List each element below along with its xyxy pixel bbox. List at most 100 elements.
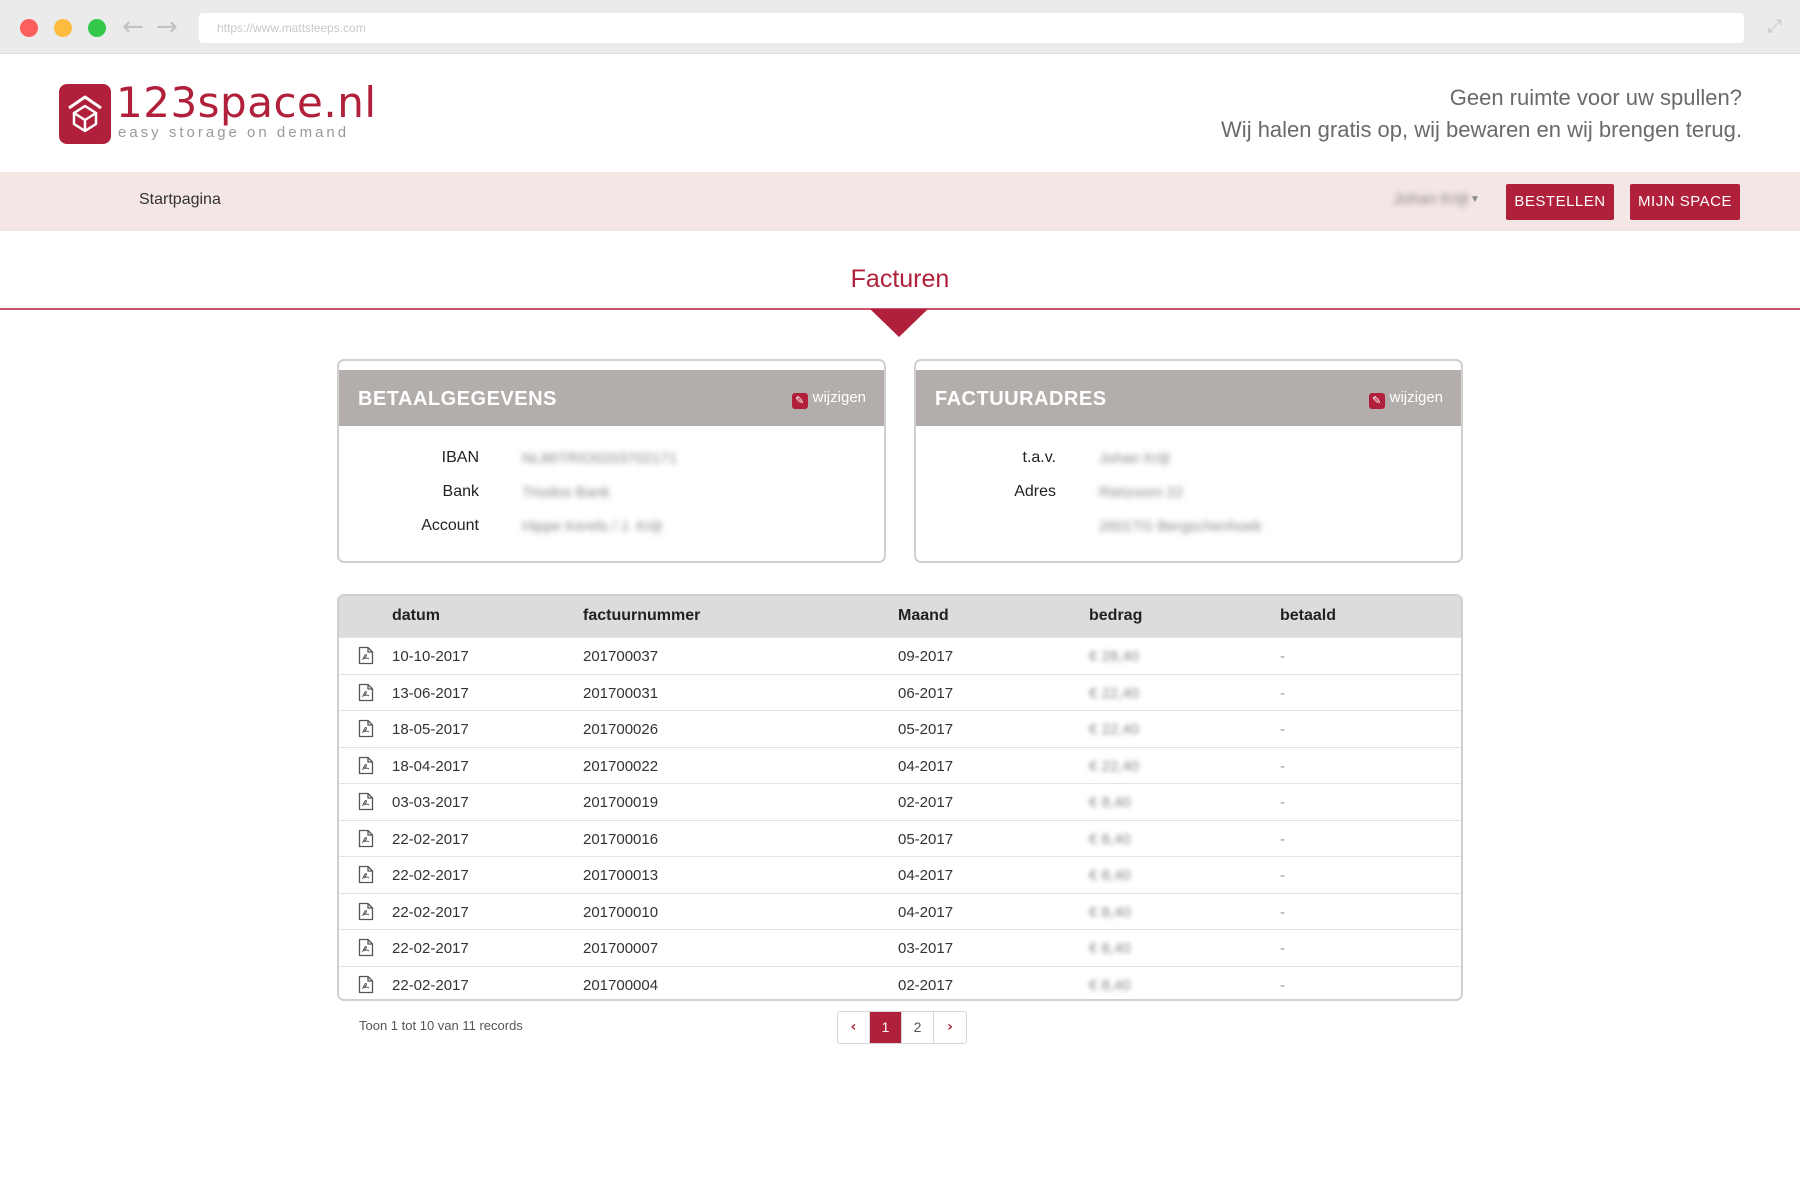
cell-factuurnummer: 201700022	[583, 757, 659, 775]
cell-datum: 13-06-2017	[392, 684, 469, 702]
bank-label: Bank	[442, 483, 479, 500]
next-page-button[interactable]: ›	[934, 1012, 966, 1043]
attention-label: t.a.v.	[1022, 449, 1057, 466]
page-2-button[interactable]: 2	[902, 1012, 934, 1043]
cell-maand: 04-2017	[898, 757, 954, 775]
cell-datum: 22-02-2017	[392, 903, 469, 921]
pagination: ‹ 1 2 ›	[837, 1011, 967, 1044]
pdf-file-icon[interactable]	[358, 792, 374, 811]
table-row[interactable]: 22-02-2017 201700016 05-2017 € 8,40 -	[339, 819, 1461, 857]
cell-betaald: -	[1280, 867, 1285, 884]
cell-factuurnummer: 201700019	[583, 794, 659, 811]
table-row[interactable]: 22-02-2017 201700013 04-2017 € 8,40 -	[339, 856, 1461, 893]
pdf-file-icon[interactable]	[358, 683, 374, 702]
order-button[interactable]: BESTELLEN	[1506, 184, 1614, 220]
cell-betaald: -	[1280, 903, 1285, 921]
close-window-button[interactable]	[20, 19, 38, 37]
payment-card-title: BETAALGEGEVENS	[358, 388, 557, 410]
table-row[interactable]: 18-04-2017 201700022 04-2017 € 22,40 -	[339, 746, 1461, 784]
address-line-1: Rietzoom 22	[1099, 484, 1184, 501]
pdf-file-icon[interactable]	[358, 719, 374, 738]
billing-address-card: FACTUURADRES ✎ wijzigen t.a.v. Johan Krij…	[914, 359, 1463, 563]
iban-label: IBAN	[441, 449, 479, 466]
cell-bedrag: € 22,40	[1089, 684, 1140, 702]
cell-betaald: -	[1280, 684, 1285, 702]
billing-edit-link[interactable]: ✎ wijzigen	[1368, 389, 1443, 409]
cell-factuurnummer: 201700031	[583, 684, 659, 702]
cell-betaald: -	[1280, 794, 1285, 811]
cell-factuurnummer: 201700037	[583, 648, 659, 665]
expand-icon[interactable]: ⤢	[1768, 16, 1782, 37]
pencil-icon: ✎	[1368, 393, 1385, 409]
pdf-file-icon[interactable]	[358, 938, 374, 957]
account-label: Account	[421, 517, 479, 534]
user-menu[interactable]: Johan Krijt	[1393, 191, 1469, 209]
table-row[interactable]: 10-10-2017 201700037 09-2017 € 28,40 -	[339, 637, 1461, 674]
pdf-file-icon[interactable]	[358, 975, 374, 994]
title-pointer	[870, 309, 928, 337]
forward-arrow-icon[interactable]: →	[156, 12, 178, 42]
page-1-button[interactable]: 1	[870, 1012, 902, 1043]
pdf-file-icon[interactable]	[358, 646, 374, 665]
cell-datum: 22-02-2017	[392, 976, 469, 994]
pdf-file-icon[interactable]	[358, 829, 374, 848]
invoice-table: datum factuurnummer Maand bedrag betaald…	[337, 594, 1463, 1001]
edit-label: wijzigen	[812, 389, 866, 406]
table-header: datum factuurnummer Maand bedrag betaald	[339, 596, 1461, 637]
cell-factuurnummer: 201700026	[583, 721, 659, 738]
table-row[interactable]: 13-06-2017 201700031 06-2017 € 22,40 -	[339, 673, 1461, 711]
cell-datum: 03-03-2017	[392, 794, 469, 811]
cell-maand: 04-2017	[898, 867, 954, 884]
brand-name[interactable]: 123space.nl	[116, 78, 377, 127]
payment-details-card: BETAALGEGEVENS ✎ wijzigen IBAN NL86TRIO02…	[337, 359, 886, 563]
cell-bedrag: € 8,40	[1089, 903, 1131, 921]
minimize-window-button[interactable]	[54, 19, 72, 37]
logo-icon[interactable]	[59, 84, 111, 144]
table-row[interactable]: 22-02-2017 201700004 02-2017 € 8,40 -	[339, 965, 1461, 1000]
browser-chrome: ← → https://www.mattsleeps.com ⤢	[0, 0, 1800, 54]
bank-value: Triodos Bank	[522, 484, 610, 501]
records-summary: Toon 1 tot 10 van 11 records	[359, 1018, 523, 1033]
cell-datum: 10-10-2017	[392, 648, 469, 665]
maximize-window-button[interactable]	[88, 19, 106, 37]
pdf-file-icon[interactable]	[358, 756, 374, 775]
address-line-2: 2601TG Bergschenhoek	[1099, 518, 1262, 535]
table-row[interactable]: 22-02-2017 201700010 04-2017 € 8,40 -	[339, 892, 1461, 930]
payment-card-header: BETAALGEGEVENS ✎ wijzigen	[339, 370, 884, 426]
account-value: Hippe Kerels / J. Krijt	[522, 518, 663, 535]
cell-datum: 22-02-2017	[392, 830, 469, 848]
payment-edit-link[interactable]: ✎ wijzigen	[791, 389, 866, 409]
pdf-file-icon[interactable]	[358, 902, 374, 921]
edit-label: wijzigen	[1389, 389, 1443, 406]
main-nav: Startpagina Johan Krijt ▼ BESTELLEN MIJN…	[0, 172, 1800, 231]
cell-maand: 03-2017	[898, 940, 954, 957]
prev-page-button[interactable]: ‹	[838, 1012, 870, 1043]
header-datum[interactable]: datum	[392, 607, 440, 625]
nav-home-link[interactable]: Startpagina	[139, 191, 221, 209]
cell-factuurnummer: 201700013	[583, 867, 659, 884]
cell-datum: 22-02-2017	[392, 867, 469, 884]
header-bedrag[interactable]: bedrag	[1089, 607, 1142, 625]
cell-datum: 22-02-2017	[392, 940, 469, 957]
pdf-file-icon[interactable]	[358, 865, 374, 884]
iban-value: NL86TRIO0203702171	[522, 450, 678, 467]
cell-maand: 06-2017	[898, 684, 954, 702]
caret-down-icon[interactable]: ▼	[1470, 194, 1480, 205]
address-label: Adres	[1014, 483, 1056, 500]
header-factuurnummer[interactable]: factuurnummer	[583, 607, 700, 625]
table-row[interactable]: 18-05-2017 201700026 05-2017 € 22,40 -	[339, 710, 1461, 747]
cell-maand: 02-2017	[898, 794, 954, 811]
page-title: Facturen	[850, 265, 950, 293]
brand-tagline: easy storage on demand	[118, 124, 350, 141]
cell-factuurnummer: 201700010	[583, 903, 659, 921]
cell-maand: 05-2017	[898, 721, 954, 738]
my-space-button[interactable]: MIJN SPACE	[1630, 184, 1740, 220]
header-maand[interactable]: Maand	[898, 607, 949, 625]
cell-betaald: -	[1280, 648, 1285, 665]
cell-bedrag: € 22,40	[1089, 721, 1140, 738]
header-betaald[interactable]: betaald	[1280, 607, 1336, 625]
table-row[interactable]: 03-03-2017 201700019 02-2017 € 8,40 -	[339, 783, 1461, 820]
back-arrow-icon[interactable]: ←	[122, 12, 144, 42]
address-bar[interactable]: https://www.mattsleeps.com	[199, 13, 1744, 43]
table-row[interactable]: 22-02-2017 201700007 03-2017 € 8,40 -	[339, 929, 1461, 966]
